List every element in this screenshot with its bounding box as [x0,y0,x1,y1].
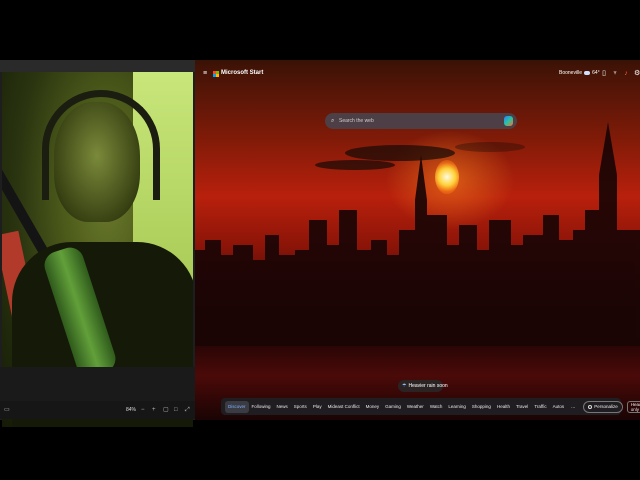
settings-gear-icon[interactable]: ⚙ [634,69,640,78]
tab-shopping[interactable]: Shopping [469,401,494,413]
tab-following[interactable]: Following [249,401,274,413]
weather-alert-text: Heavier rain soon [408,383,448,389]
tab-weather[interactable]: Weather [404,401,427,413]
search-input[interactable] [339,115,499,127]
personalize-icon [588,404,593,409]
webcam-titlebar [0,60,195,72]
actual-size-icon[interactable]: □ [174,407,180,413]
layout-select[interactable]: Headings only ⌄ [626,400,640,413]
headset [42,90,160,200]
weather-alert-pill[interactable]: ☂ Heavier rain soon [398,380,448,392]
tab-news[interactable]: News [274,401,291,413]
tab-discover[interactable]: Discover [225,400,249,413]
weather-widget[interactable]: Booneville 64° [559,70,600,76]
tab-autos[interactable]: Autos [550,401,568,413]
personalize-button[interactable]: Personalize [583,400,623,413]
browser-new-tab: ≡ Microsoft Start Booneville 64° ▯ ♆ ♪ ⚙… [195,60,640,420]
rain-icon: ☂ [402,382,407,389]
tab-mideast-conflict[interactable]: Mideast Conflict [325,401,363,413]
menu-icon[interactable]: ≡ [203,70,209,77]
notification-bell-icon[interactable]: ♪ [623,69,629,78]
microsoft-logo-icon [213,71,219,77]
personalize-label: Personalize [594,404,618,409]
cloud-icon [584,71,591,75]
brand-title[interactable]: Microsoft Start [221,70,263,76]
monitor-icon[interactable]: ▭ [4,407,10,413]
webcam-panel: ▭ 84% − + ▢ □ ⤢ [0,60,195,427]
weather-location: Booneville [559,70,583,76]
phone-icon[interactable]: ▯ [601,69,607,78]
tab-sports[interactable]: Sports [291,401,310,413]
screen: ▭ 84% − + ▢ □ ⤢ ≡ Microsoft Start Boonev… [0,0,640,480]
tab-health[interactable]: Health [494,401,513,413]
tab-play[interactable]: Play [310,401,325,413]
trophy-icon[interactable]: ♆ [612,69,618,78]
weather-temp: 64° [592,70,600,76]
zoom-level: 84% [125,407,136,413]
more-tabs-button[interactable]: ... [567,404,579,410]
tab-watch[interactable]: Watch [427,401,446,413]
search-icon: ⌕ [331,118,335,124]
zoom-out-icon[interactable]: − [141,407,147,413]
tab-gaming[interactable]: Gaming [382,401,404,413]
layout-select-value: Headings only [630,401,640,412]
search-box[interactable]: ⌕ [325,113,517,129]
feed-nav-bar: Discover Following News Sports Play Mide… [221,398,640,415]
tab-money[interactable]: Money [363,401,383,413]
tab-traffic[interactable]: Traffic [531,401,549,413]
tab-learning[interactable]: Learning [445,401,469,413]
fit-icon[interactable]: ▢ [163,407,169,413]
fullscreen-icon[interactable]: ⤢ [185,407,191,413]
webcam-statusbar: ▭ 84% − + ▢ □ ⤢ [0,401,195,419]
bing-copilot-icon[interactable] [504,116,513,126]
browser-header: ≡ Microsoft Start Booneville 64° ▯ ♆ ♪ ⚙ [195,68,640,82]
tab-travel[interactable]: Travel [513,401,531,413]
zoom-in-icon[interactable]: + [152,407,158,413]
